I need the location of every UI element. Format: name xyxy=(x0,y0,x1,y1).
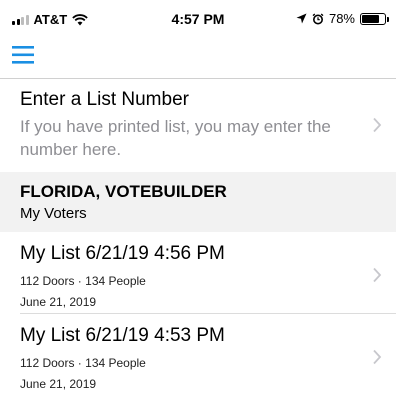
list-counts: 112 Doors · 134 People xyxy=(20,356,146,370)
chevron-right-icon xyxy=(373,117,382,133)
battery-icon xyxy=(360,12,389,25)
battery-percent: 78% xyxy=(328,11,355,26)
enter-list-number-row[interactable]: Enter a List Number If you have printed … xyxy=(0,79,396,171)
list-counts: 112 Doors · 134 People xyxy=(20,274,146,288)
list-date: June 21, 2019 xyxy=(20,295,97,309)
section-header: FLORIDA, VOTEBUILDER My Voters xyxy=(0,172,396,232)
row-divider xyxy=(20,313,396,314)
list-item[interactable]: My List 6/21/19 4:56 PM 112 Doors · 134 … xyxy=(0,234,396,314)
list-title: My List 6/21/19 4:53 PM xyxy=(20,325,225,346)
list-date: June 21, 2019 xyxy=(20,377,97,391)
enter-list-title: Enter a List Number xyxy=(20,89,189,110)
hamburger-menu-icon[interactable] xyxy=(12,44,38,66)
chevron-right-icon xyxy=(373,349,382,365)
battery-fill xyxy=(362,14,380,23)
location-arrow-icon xyxy=(296,13,307,24)
status-bar: AT&T 4:57 PM 78% xyxy=(0,0,396,36)
battery-nub xyxy=(387,16,389,22)
chevron-right-icon xyxy=(373,267,382,283)
section-subtitle: My Voters xyxy=(20,205,87,222)
enter-list-subtitle: If you have printed list, you may enter … xyxy=(20,117,331,159)
nav-bar xyxy=(0,36,396,79)
list-title: My List 6/21/19 4:56 PM xyxy=(20,243,225,264)
status-right: 78% xyxy=(296,11,389,26)
section-title: FLORIDA, VOTEBUILDER xyxy=(20,182,227,201)
alarm-icon xyxy=(312,12,324,24)
list-item[interactable]: My List 6/21/19 4:53 PM 112 Doors · 134 … xyxy=(0,316,396,396)
